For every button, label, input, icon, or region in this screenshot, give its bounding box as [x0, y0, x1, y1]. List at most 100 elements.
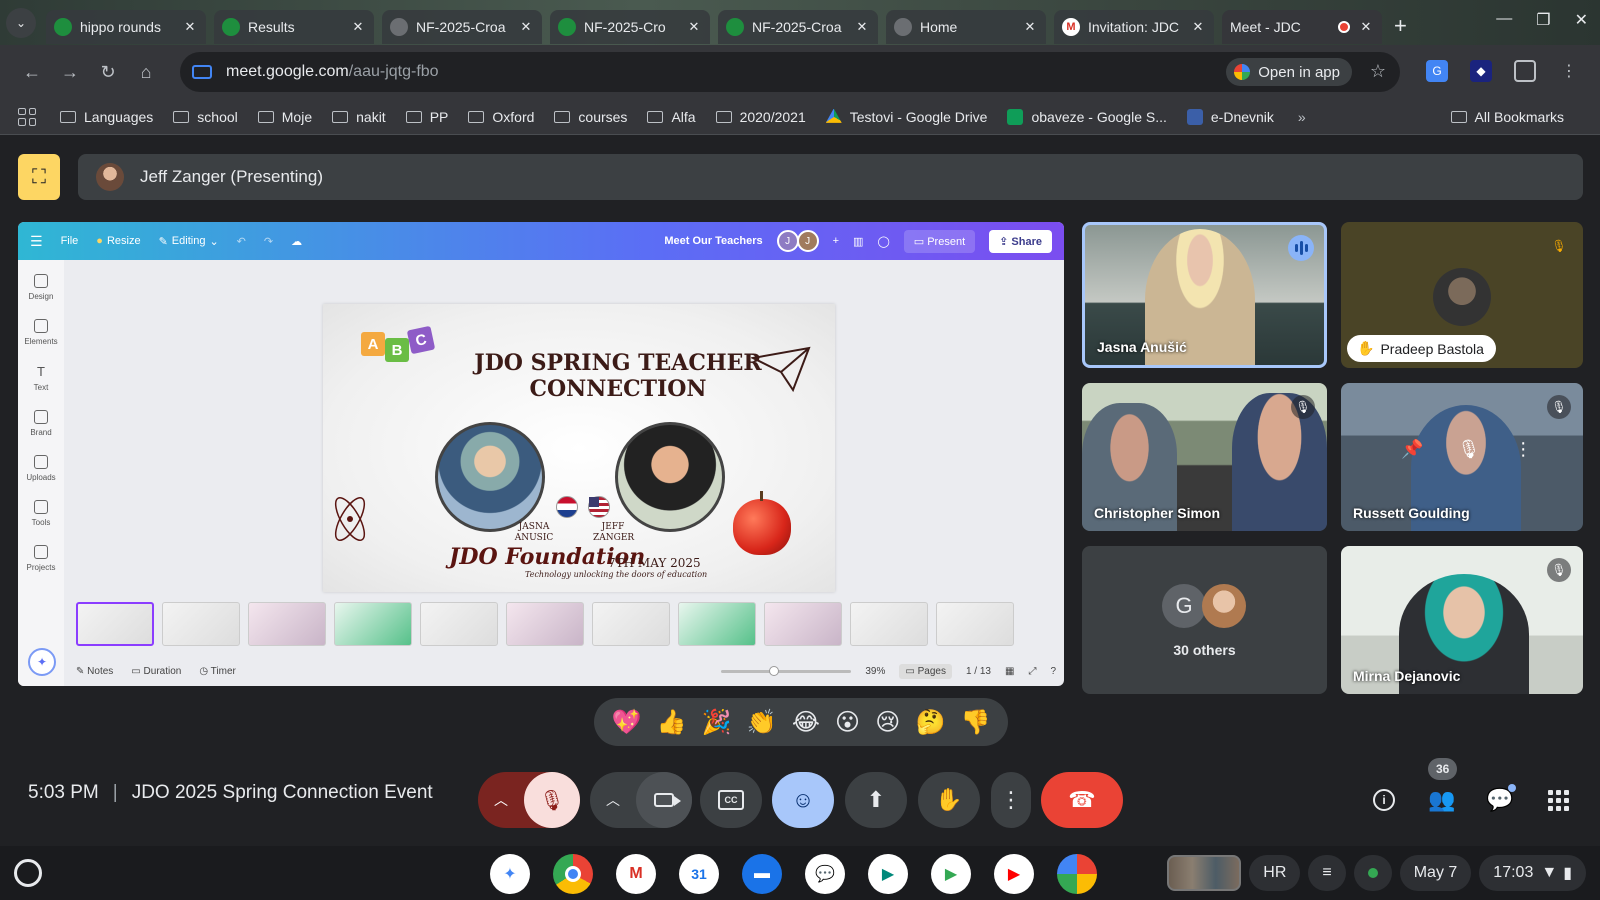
maximize-icon[interactable]: ❐ — [1536, 10, 1550, 30]
gmail-app-icon[interactable]: M — [616, 854, 656, 894]
close-icon[interactable]: ✕ — [182, 19, 198, 35]
launcher-icon[interactable] — [14, 859, 42, 887]
bookmark-nakit[interactable]: nakit — [332, 109, 386, 125]
youtube-app-icon[interactable]: ▶ — [994, 854, 1034, 894]
leave-call-button[interactable]: ☎ — [1041, 772, 1123, 828]
close-icon[interactable]: ✕ — [1190, 19, 1206, 35]
participant-tile-christopher[interactable]: 🎙 Christopher Simon — [1082, 383, 1327, 531]
reload-icon[interactable]: ↻ — [90, 54, 126, 90]
bookmark-school[interactable]: school — [173, 109, 238, 125]
bookmark-testovi[interactable]: Testovi - Google Drive — [825, 108, 987, 125]
tab-nf-2025-1[interactable]: NF-2025-Croa ✕ — [382, 9, 542, 44]
tab-search-chevron-icon[interactable]: ⌄ — [6, 7, 36, 38]
tab-invitation[interactable]: M Invitation: JDC ✕ — [1054, 9, 1214, 44]
close-icon[interactable]: ✕ — [1358, 19, 1374, 35]
bookmark-languages[interactable]: Languages — [60, 109, 153, 125]
more-options-icon[interactable]: ⋮ — [1514, 439, 1532, 460]
tab-nf-2025-2[interactable]: NF-2025-Cro ✕ — [550, 9, 710, 44]
date-indicator[interactable]: May 7 — [1399, 855, 1472, 891]
bookmark-courses[interactable]: courses — [554, 109, 627, 125]
input-language-indicator[interactable]: HR — [1249, 855, 1301, 891]
reaction-thinking[interactable]: 🤔 — [915, 708, 945, 737]
extension-icon[interactable]: ◆ — [1470, 60, 1492, 82]
meet-app-icon[interactable]: ▶ — [868, 854, 908, 894]
photos-app-icon[interactable] — [1057, 854, 1097, 894]
bookmark-pp[interactable]: PP — [405, 109, 448, 125]
mute-participant-icon[interactable]: 🎙 — [1457, 439, 1480, 460]
more-options-button[interactable]: ⋮ — [991, 772, 1031, 828]
new-tab-plus-icon[interactable]: + — [1394, 13, 1407, 39]
more-vert-icon[interactable]: ⋮ — [1558, 60, 1580, 82]
forward-arrow-icon[interactable]: → — [52, 54, 88, 90]
reaction-party[interactable]: 🎉 — [702, 708, 732, 737]
bookmark-star-icon[interactable]: ☆ — [1370, 61, 1386, 82]
reaction-thumbs-down[interactable]: 👎 — [961, 708, 991, 737]
all-bookmarks[interactable]: All Bookmarks — [1450, 109, 1564, 125]
gemini-app-icon[interactable]: ✦ — [490, 854, 530, 894]
close-window-icon[interactable]: ✕ — [1575, 10, 1588, 30]
camera-toggle-button[interactable] — [636, 772, 692, 828]
bookmark-e-dnevnik[interactable]: e-Dnevnik — [1186, 108, 1274, 125]
screen-capture-indicator[interactable] — [1353, 855, 1392, 891]
close-icon[interactable]: ✕ — [686, 19, 702, 35]
address-bar[interactable]: meet.google.com/aau-jqtg-fbo Open in app… — [180, 52, 1400, 92]
back-arrow-icon[interactable]: ← — [14, 54, 50, 90]
bookmark-2020-2021[interactable]: 2020/2021 — [715, 109, 806, 125]
home-icon[interactable]: ⌂ — [128, 54, 164, 90]
unmute-mic-button[interactable]: 🎙 — [524, 772, 580, 828]
mic-options-chevron-icon[interactable]: ︿ — [478, 790, 524, 810]
more-vert-icon: ⋮ — [1000, 787, 1022, 812]
chrome-app-icon[interactable] — [553, 854, 593, 894]
close-icon[interactable]: ✕ — [854, 19, 870, 35]
reaction-clap[interactable]: 👏 — [747, 708, 777, 737]
close-icon[interactable]: ✕ — [350, 19, 366, 35]
participant-tile-others[interactable]: G 30 others — [1082, 546, 1327, 694]
reaction-laugh[interactable]: 😂 — [792, 708, 820, 737]
close-icon[interactable]: ✕ — [518, 19, 534, 35]
chat-button[interactable]: 💬 — [1486, 784, 1516, 812]
pin-icon[interactable]: 📌 — [1401, 439, 1423, 460]
translate-extension-icon[interactable]: G — [1426, 60, 1448, 82]
status-area[interactable]: 17:03 ▼ ▮ — [1479, 855, 1586, 891]
participant-tile-jasna[interactable]: Jasna Anušić — [1082, 222, 1327, 368]
tab-hippo-rounds[interactable]: hippo rounds ✕ — [46, 9, 206, 44]
tab-nf-2025-3[interactable]: NF-2025-Croa ✕ — [718, 9, 878, 44]
messages-app-icon[interactable]: 💬 — [805, 854, 845, 894]
stop-presenting-icon[interactable]: ⛶ — [18, 154, 60, 200]
participant-tile-pradeep[interactable]: 🎙 ✋ Pradeep Bastola — [1341, 222, 1583, 368]
reaction-thumbs-up[interactable]: 👍 — [657, 708, 687, 737]
apps-grid-icon[interactable] — [18, 107, 36, 126]
recent-window-thumbnail[interactable] — [1167, 855, 1242, 891]
reaction-sad[interactable]: 😢 — [875, 708, 900, 737]
bookmark-oxford[interactable]: Oxford — [468, 109, 534, 125]
reactions-button[interactable]: ☺ — [772, 772, 834, 828]
calendar-app-icon[interactable]: 31 — [679, 854, 719, 894]
participant-tile-russett[interactable]: 📌 🎙 ⋮ 🎙 Russett Goulding — [1341, 383, 1583, 531]
puzzle-extensions-icon[interactable] — [1514, 60, 1536, 82]
participant-tile-mirna[interactable]: 🎙 Mirna Dejanovic — [1341, 546, 1583, 694]
open-in-app-button[interactable]: Open in app — [1226, 58, 1352, 86]
tote-icon[interactable]: ≡ — [1308, 855, 1346, 891]
bookmark-obaveze[interactable]: obaveze - Google S... — [1007, 108, 1167, 125]
meeting-details-button[interactable]: i — [1372, 788, 1396, 812]
tab-meet[interactable]: ▶Meet - JDC✕ — [1222, 9, 1382, 164]
minimize-icon[interactable]: — — [1496, 10, 1512, 30]
bookmark-moje[interactable]: Moje — [257, 109, 312, 125]
people-button[interactable]: 36 👥 — [1428, 758, 1458, 812]
tab-home[interactable]: Home ✕ — [886, 9, 1046, 44]
close-icon[interactable]: ✕ — [1022, 19, 1038, 35]
files-app-icon[interactable]: ▬ — [742, 854, 782, 894]
meet-stage: ⛶ Jeff Zanger (Presenting) ☰ File ● Resiz… — [0, 136, 1600, 846]
tab-results[interactable]: Results ✕ — [214, 9, 374, 44]
raise-hand-button[interactable]: ✋ — [918, 772, 980, 828]
bookmark-alfa[interactable]: Alfa — [647, 109, 696, 125]
camera-options-chevron-icon[interactable]: ︿ — [590, 790, 636, 810]
reaction-surprised[interactable]: 😮 — [835, 708, 860, 737]
captions-button[interactable]: CC — [700, 772, 762, 828]
activities-button[interactable] — [1546, 788, 1570, 812]
reaction-heart[interactable]: 💖 — [612, 708, 642, 737]
play-store-app-icon[interactable]: ▶ — [931, 854, 971, 894]
more-bookmarks-chevron-icon[interactable]: » — [1298, 109, 1306, 125]
present-screen-button[interactable]: ⬆ — [845, 772, 907, 828]
tab-favicon-icon — [726, 17, 744, 36]
